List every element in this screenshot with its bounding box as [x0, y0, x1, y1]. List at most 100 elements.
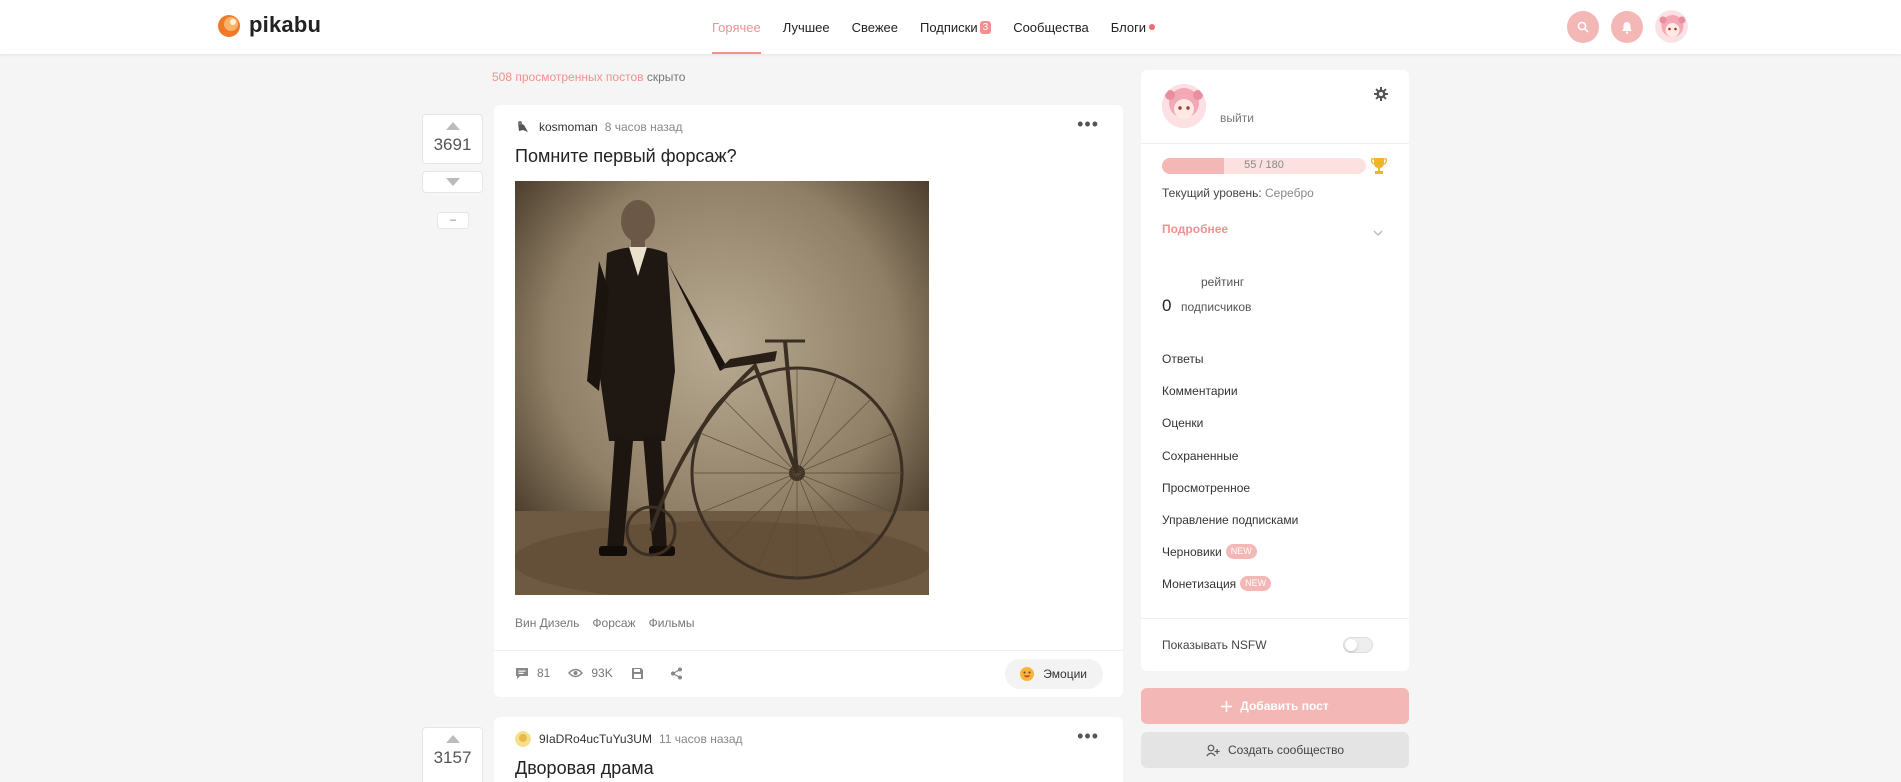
- comment-icon: [516, 667, 528, 679]
- search-button[interactable]: [1567, 11, 1599, 43]
- nsfw-label: Показывать NSFW: [1162, 638, 1267, 652]
- tag-link[interactable]: Форсаж: [592, 616, 635, 630]
- post-image[interactable]: [515, 181, 929, 595]
- upvote-button[interactable]: [423, 728, 482, 743]
- post-meta: kosmoman 8 часов назад: [515, 119, 682, 135]
- divider: [1141, 143, 1409, 144]
- chevron-down-icon[interactable]: [1373, 224, 1383, 239]
- nav-best[interactable]: Лучшее: [783, 0, 830, 54]
- author-avatar[interactable]: [515, 731, 531, 747]
- post-tags: Вин Дизель Форсаж Фильмы: [515, 616, 695, 630]
- profile-avatar-image: [1162, 84, 1206, 128]
- level-progress-text: 55 / 180: [1244, 159, 1284, 171]
- post-card: kosmoman 8 часов назад ••• Помните первы…: [494, 105, 1123, 697]
- post-title[interactable]: Помните первый форсаж?: [515, 146, 737, 167]
- nav-subscriptions-label: Подписки: [920, 19, 978, 35]
- subscribers-label: подписчиков: [1181, 300, 1252, 314]
- menu-viewed[interactable]: Просмотренное: [1162, 481, 1250, 495]
- menu-manage-subscriptions[interactable]: Управление подписками: [1162, 513, 1298, 527]
- create-community-button[interactable]: Создать сообщество: [1141, 732, 1409, 768]
- level-progress-bar: 55 / 180: [1162, 158, 1366, 174]
- create-community-label: Создать сообщество: [1227, 743, 1345, 757]
- nav-hot[interactable]: Горячее: [712, 0, 761, 54]
- views-counter: 93K: [568, 666, 613, 680]
- menu-label: Комментарии: [1162, 384, 1238, 398]
- author-avatar-image: [515, 119, 531, 135]
- post-author[interactable]: 9IaDRo4ucTuYu3UM: [539, 732, 652, 746]
- main-nav: Горячее Лучшее Свежее Подписки 3 Сообщест…: [712, 0, 1177, 54]
- nav-blogs[interactable]: Блоги: [1110, 0, 1156, 54]
- add-post-label: Добавить пост: [1240, 699, 1329, 713]
- subscriptions-badge: 3: [979, 20, 992, 34]
- comments-count: 81: [537, 666, 551, 680]
- nsfw-toggle[interactable]: [1343, 637, 1373, 653]
- more-options-icon[interactable]: •••: [1077, 727, 1099, 745]
- post-time: 11 часов назад: [658, 732, 743, 746]
- menu-comments[interactable]: Комментарии: [1162, 384, 1238, 398]
- more-details-link[interactable]: Подробнее: [1162, 222, 1228, 236]
- nav-communities[interactable]: Сообщества: [1013, 0, 1089, 54]
- new-badge: NEW: [1225, 544, 1257, 559]
- viewed-posts-suffix: скрыто: [646, 70, 686, 84]
- subscribers-count: 0: [1162, 296, 1172, 315]
- vintage-bicycle-photo: [515, 181, 929, 595]
- post-actions: 81 93K: [515, 666, 709, 680]
- nav-blogs-label: Блоги: [1110, 19, 1147, 35]
- menu-label: Управление подписками: [1162, 513, 1299, 527]
- views-count: 93K: [591, 666, 613, 680]
- nav-subscriptions[interactable]: Подписки 3: [920, 0, 992, 54]
- pikabu-logo[interactable]: pikabu: [216, 12, 321, 38]
- logo-text: pikabu: [249, 12, 322, 37]
- rating-count: 3691: [433, 135, 472, 154]
- trophy-icon[interactable]: [1370, 157, 1388, 178]
- share-button[interactable]: [670, 667, 691, 680]
- card-divider: [494, 650, 1123, 651]
- viewed-posts-note: 508 просмотренных постов скрыто: [492, 70, 685, 84]
- menu-monetization[interactable]: Монетизация NEW: [1162, 576, 1272, 591]
- post-author[interactable]: kosmoman: [539, 120, 598, 134]
- menu-drafts[interactable]: Черновики NEW: [1162, 544, 1257, 559]
- add-user-icon: [1206, 744, 1220, 756]
- menu-label: Оценки: [1162, 416, 1204, 430]
- menu-label: Сохраненные: [1162, 449, 1239, 463]
- tag-link[interactable]: Фильмы: [649, 616, 695, 630]
- level-label: Текущий уровень:: [1162, 186, 1262, 200]
- nav-best-label: Лучшее: [782, 19, 830, 35]
- settings-button[interactable]: [1374, 87, 1388, 104]
- pikabu-logo-icon: [216, 12, 242, 38]
- vote-box: 3691: [422, 114, 483, 164]
- comments-button[interactable]: 81: [515, 666, 550, 680]
- viewed-posts-link[interactable]: 508 просмотренных постов: [492, 70, 644, 84]
- search-icon: [1577, 21, 1589, 33]
- nav-fresh-label: Свежее: [851, 19, 898, 35]
- arrow-up-icon: [445, 735, 460, 743]
- profile-avatar[interactable]: [1162, 84, 1206, 128]
- rating-label: рейтинг: [1201, 275, 1245, 289]
- menu-answers[interactable]: Ответы: [1162, 352, 1203, 366]
- nav-hot-label: Горячее: [712, 19, 761, 35]
- emotions-button[interactable]: Эмоции: [1005, 659, 1103, 689]
- vote-box: 3157: [422, 727, 483, 782]
- tag-link[interactable]: Вин Дизель: [515, 616, 579, 630]
- arrow-down-icon: [445, 178, 460, 186]
- logout-link[interactable]: выйти: [1220, 111, 1254, 125]
- notifications-button[interactable]: [1611, 11, 1643, 43]
- share-icon: [670, 667, 682, 679]
- save-button[interactable]: [631, 667, 652, 680]
- save-icon: [631, 667, 643, 679]
- user-avatar[interactable]: [1655, 10, 1688, 43]
- nav-fresh[interactable]: Свежее: [852, 0, 898, 54]
- author-avatar[interactable]: [515, 119, 531, 135]
- more-options-icon[interactable]: •••: [1077, 115, 1099, 133]
- menu-saved[interactable]: Сохраненные: [1162, 449, 1238, 463]
- menu-label: Монетизация: [1162, 576, 1237, 591]
- downvote-button[interactable]: [422, 171, 483, 193]
- top-header: pikabu Горячее Лучшее Свежее Подписки 3 С…: [0, 0, 1901, 54]
- upvote-button[interactable]: [423, 115, 482, 130]
- add-post-button[interactable]: Добавить пост: [1141, 688, 1409, 724]
- post-meta: 9IaDRo4ucTuYu3UM 11 часов назад: [515, 731, 743, 747]
- hide-post-button[interactable]: –: [437, 212, 469, 229]
- bell-icon: [1622, 21, 1632, 34]
- post-title[interactable]: Дворовая драма: [515, 758, 654, 779]
- menu-ratings[interactable]: Оценки: [1162, 416, 1203, 430]
